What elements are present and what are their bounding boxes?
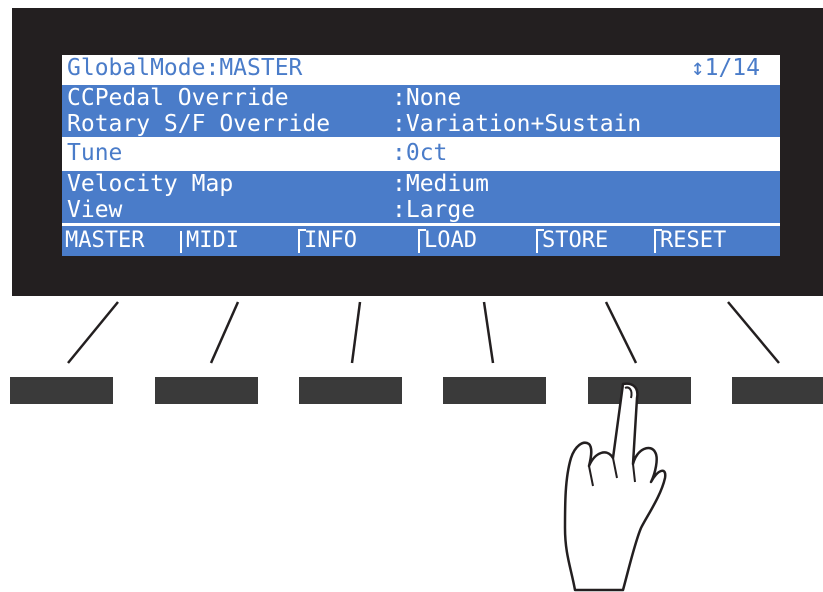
soft-button-3[interactable] [299,377,402,404]
connector-line [604,301,638,364]
soft-button-6[interactable] [732,377,823,404]
soft-button-2[interactable] [155,377,258,404]
connector-line [67,301,119,364]
connector-line [209,301,240,364]
connector-line [350,301,362,364]
pointing-hand-icon [563,382,667,592]
connector-line [482,301,495,364]
connector-line [727,301,780,364]
button-connector-lines [67,301,780,364]
soft-button-1[interactable] [10,377,113,404]
soft-button-4[interactable] [443,377,546,404]
